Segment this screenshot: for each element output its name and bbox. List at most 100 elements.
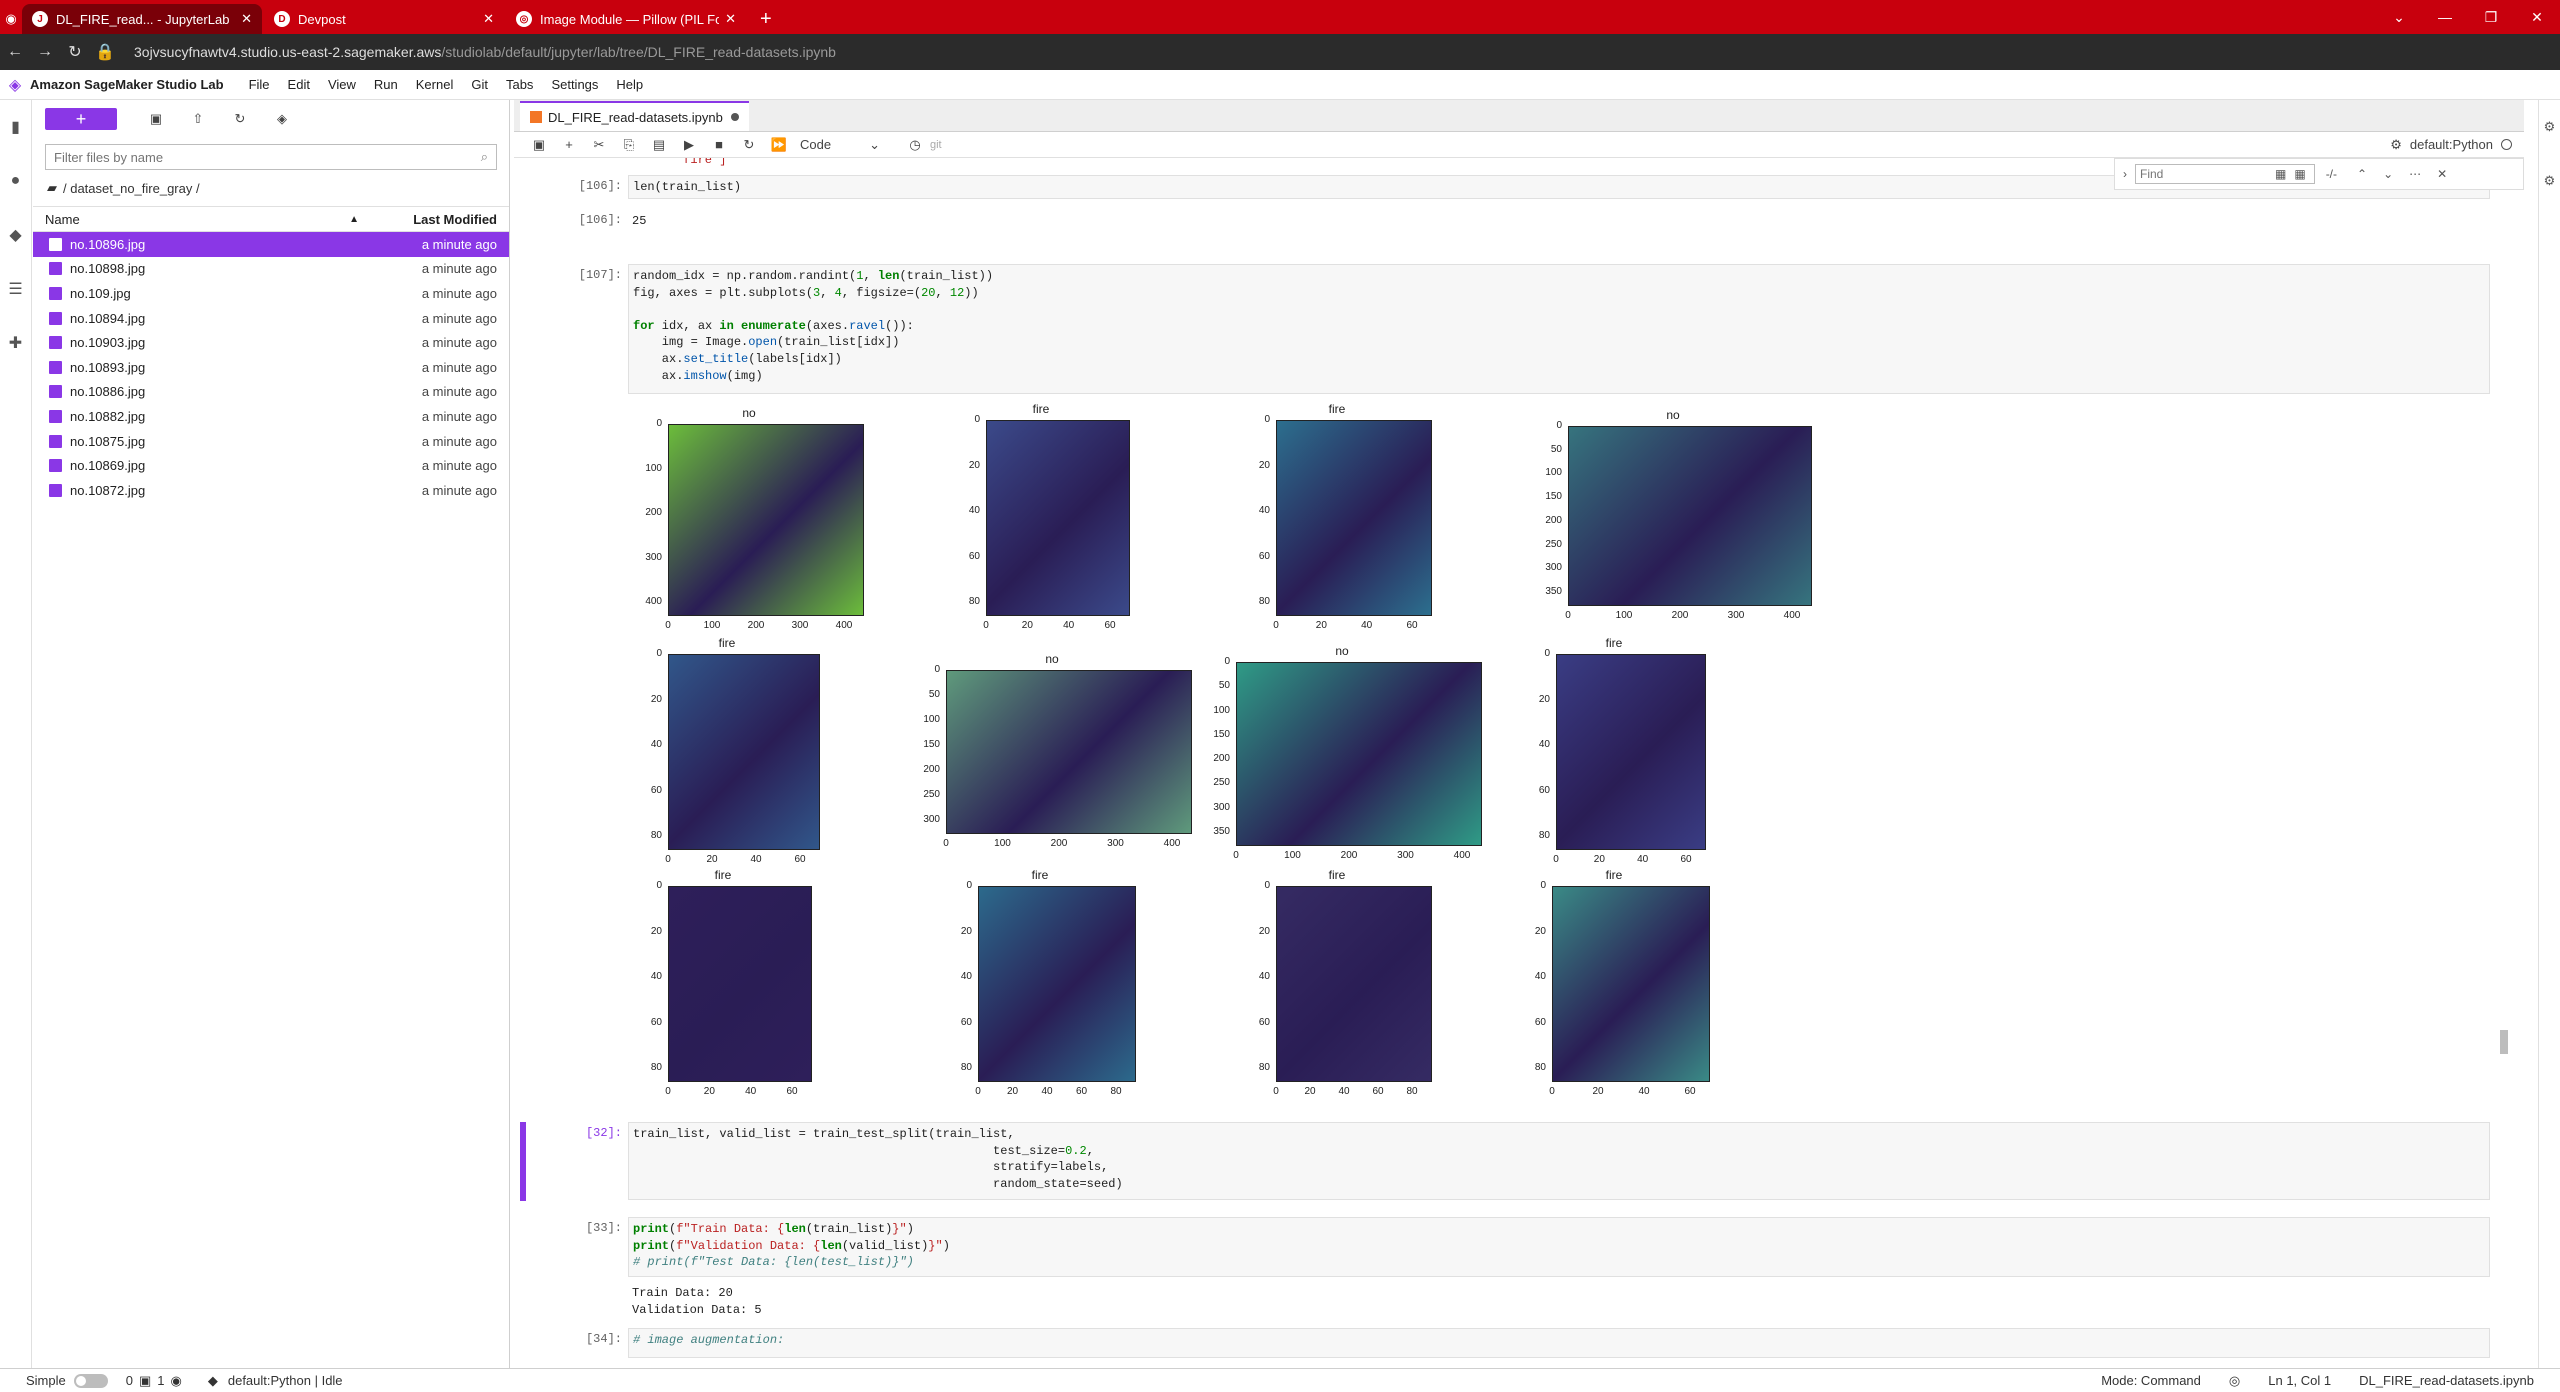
browser-menu-icon[interactable]: ◉ xyxy=(0,4,22,34)
menu-file[interactable]: File xyxy=(240,77,279,92)
browser-tab-pillow[interactable]: ◎ Image Module — Pillow (PIL Fork ✕ xyxy=(506,4,746,34)
menu-kernel[interactable]: Kernel xyxy=(407,77,463,92)
close-icon[interactable]: ✕ xyxy=(241,11,252,27)
new-tab-button[interactable]: + xyxy=(748,4,784,34)
code-editor[interactable]: print(f"Train Data: {len(train_list)}") … xyxy=(628,1217,2490,1277)
file-name: no.10869.jpg xyxy=(70,458,146,474)
extension-icon[interactable]: ✚ xyxy=(0,316,31,370)
chevron-up-icon[interactable]: ⌃ xyxy=(2357,167,2367,181)
subplot-image xyxy=(1276,886,1432,1082)
file-list-item[interactable]: no.10898.jpg a minute ago xyxy=(33,257,509,282)
menu-git[interactable]: Git xyxy=(462,77,497,92)
restore-icon[interactable]: ❐ xyxy=(2468,9,2514,26)
file-list-item[interactable]: no.10893.jpg a minute ago xyxy=(33,355,509,380)
y-tick-label: 60 xyxy=(650,1016,662,1028)
new-launcher-button[interactable]: + xyxy=(45,108,117,130)
git-clone-icon[interactable]: ◈ xyxy=(261,111,303,127)
notebook-mode[interactable]: Mode: Command xyxy=(2101,1373,2201,1389)
stop-icon[interactable]: ■ xyxy=(704,137,734,152)
kernel-status[interactable]: default:Python | Idle xyxy=(228,1373,343,1388)
file-modified: a minute ago xyxy=(421,458,497,474)
paste-icon[interactable]: ▤ xyxy=(644,137,674,153)
filter-input[interactable] xyxy=(54,149,481,165)
close-icon[interactable]: ✕ xyxy=(2437,167,2447,181)
minimize-icon[interactable]: — xyxy=(2422,9,2468,25)
git-icon[interactable]: ◆ xyxy=(0,208,31,262)
file-list-item[interactable]: no.10882.jpg a minute ago xyxy=(33,404,509,429)
new-folder-icon[interactable]: ▣ xyxy=(135,111,177,127)
terminal-count[interactable]: 0 xyxy=(126,1373,133,1388)
file-list-item[interactable]: no.10894.jpg a minute ago xyxy=(33,306,509,331)
code-editor[interactable]: random_idx = np.random.randint(1, len(tr… xyxy=(628,264,2490,394)
file-list-item[interactable]: no.10875.jpg a minute ago xyxy=(33,429,509,454)
url-field[interactable]: 3ojvsucyfnawtv4.studio.us-east-2.sagemak… xyxy=(134,44,836,60)
code-editor[interactable]: train_list, valid_list = train_test_spli… xyxy=(628,1122,2490,1200)
scrollbar-thumb[interactable] xyxy=(2500,1030,2508,1054)
run-icon[interactable]: ▶ xyxy=(674,137,704,153)
debugger-icon[interactable]: ⚙ xyxy=(2539,154,2560,208)
code-editor[interactable]: # image augmentation: xyxy=(628,1328,2490,1358)
more-icon[interactable]: ⋯ xyxy=(2409,167,2421,181)
close-icon[interactable]: ✕ xyxy=(725,11,736,27)
close-window-icon[interactable]: ✕ xyxy=(2514,9,2560,26)
menu-tabs[interactable]: Tabs xyxy=(497,77,542,92)
cursor-position[interactable]: Ln 1, Col 1 xyxy=(2268,1373,2331,1389)
chevron-down-icon[interactable]: ⌄ xyxy=(2383,167,2393,181)
sort-caret-icon[interactable]: ▲ xyxy=(349,214,359,225)
menu-edit[interactable]: Edit xyxy=(279,77,319,92)
add-cell-icon[interactable]: + xyxy=(554,137,584,152)
toc-icon[interactable]: ☰ xyxy=(0,262,31,316)
close-icon[interactable]: ✕ xyxy=(483,11,494,27)
simple-mode-toggle[interactable] xyxy=(73,1373,108,1388)
cut-icon[interactable]: ✂ xyxy=(584,137,614,153)
folder-icon[interactable]: ▰ xyxy=(47,180,57,196)
find-input[interactable] xyxy=(2135,164,2315,184)
notebook-tab-title: DL_FIRE_read-datasets.ipynb xyxy=(548,109,723,125)
git-status-icon[interactable]: ◆ xyxy=(208,1373,218,1389)
unsaved-dot-icon[interactable] xyxy=(730,113,739,121)
terminal-icon[interactable]: ▣ xyxy=(139,1373,151,1389)
reload-icon[interactable]: ↻ xyxy=(60,42,90,62)
kernel-count[interactable]: 1 xyxy=(157,1373,164,1388)
regex-icon[interactable]: ▦ xyxy=(2294,167,2305,181)
file-list-item[interactable]: no.10886.jpg a minute ago xyxy=(33,380,509,405)
copy-icon[interactable]: ⎘ xyxy=(614,137,644,153)
forward-arrow-icon[interactable]: → xyxy=(30,43,60,61)
menu-run[interactable]: Run xyxy=(365,77,407,92)
browser-tab-jupyterlab[interactable]: J DL_FIRE_read... - JupyterLab ✕ xyxy=(22,4,262,34)
kernel-sessions-icon[interactable]: ◉ xyxy=(171,1373,182,1389)
lock-icon[interactable]: 🔒 xyxy=(90,42,120,62)
cell-type-select[interactable]: Code ⌄ xyxy=(800,137,880,153)
running-icon[interactable]: ● xyxy=(0,154,31,208)
clock-icon[interactable]: ◷ xyxy=(900,137,930,153)
chevron-right-icon[interactable]: › xyxy=(2123,167,2127,181)
folder-icon[interactable]: ▮ xyxy=(0,100,31,154)
x-tick-label: 100 xyxy=(703,620,721,631)
restart-icon[interactable]: ↻ xyxy=(734,137,764,153)
back-arrow-icon[interactable]: ← xyxy=(0,43,30,61)
trusted-icon[interactable]: ◎ xyxy=(2229,1373,2240,1389)
menu-settings[interactable]: Settings xyxy=(542,77,607,92)
column-last-modified[interactable]: Last Modified xyxy=(369,212,509,227)
menu-help[interactable]: Help xyxy=(607,77,652,92)
kernel-indicator[interactable]: ⚙ default:Python xyxy=(2390,137,2512,153)
y-tick-label: 100 xyxy=(1213,704,1230,716)
chevron-down-icon[interactable]: ⌄ xyxy=(2376,9,2422,26)
file-list-item[interactable]: no.10872.jpg a minute ago xyxy=(33,478,509,503)
file-list-item[interactable]: no.10869.jpg a minute ago xyxy=(33,453,509,478)
case-sensitive-icon[interactable]: ▦ xyxy=(2275,167,2286,181)
git-label[interactable]: git xyxy=(930,139,942,151)
upload-icon[interactable]: ⇧ xyxy=(177,111,219,127)
notebook-tab[interactable]: DL_FIRE_read-datasets.ipynb xyxy=(520,101,749,131)
file-list-item[interactable]: no.10903.jpg a minute ago xyxy=(33,330,509,355)
fast-forward-icon[interactable]: ⏩ xyxy=(764,137,794,153)
refresh-icon[interactable]: ↻ xyxy=(219,111,261,127)
breadcrumb-path[interactable]: / dataset_no_fire_gray / xyxy=(63,181,200,196)
file-list-item[interactable]: no.109.jpg a minute ago xyxy=(33,281,509,306)
file-list-item[interactable]: no.10896.jpg a minute ago xyxy=(33,232,509,257)
column-name[interactable]: Name xyxy=(33,212,349,227)
browser-tab-devpost[interactable]: D Devpost ✕ xyxy=(264,4,504,34)
menu-view[interactable]: View xyxy=(319,77,365,92)
save-icon[interactable]: ▣ xyxy=(524,137,554,153)
property-inspector-icon[interactable]: ⚙ xyxy=(2539,100,2560,154)
